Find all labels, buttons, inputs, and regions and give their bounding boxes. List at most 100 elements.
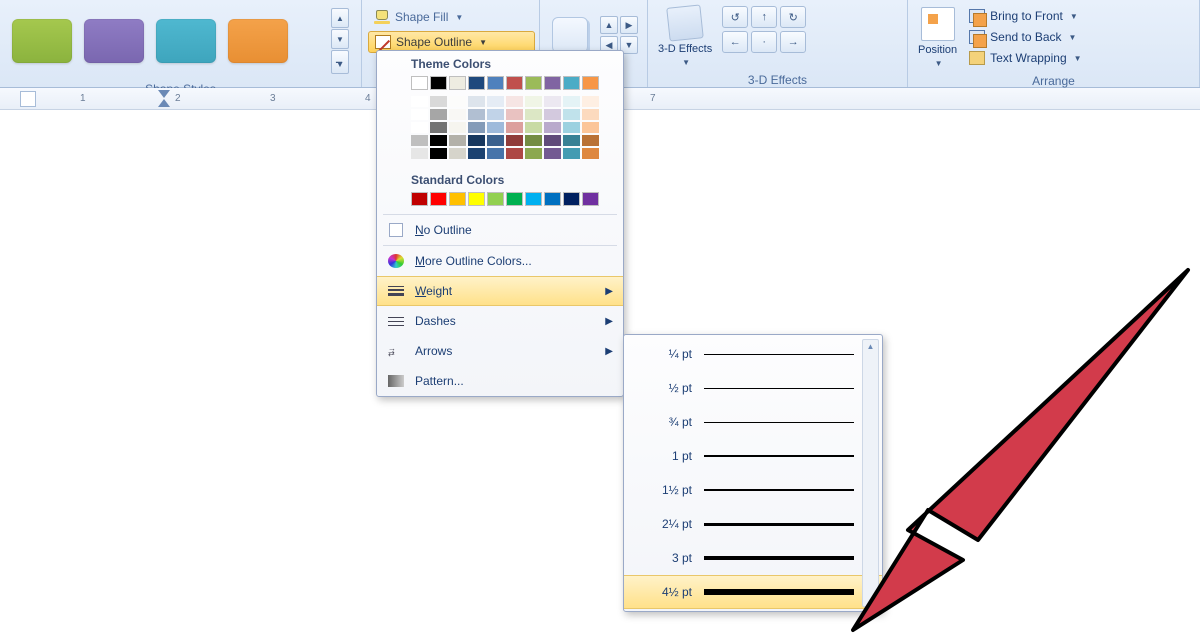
color-swatch[interactable]	[582, 135, 599, 146]
tilt-button[interactable]: →	[780, 31, 806, 53]
color-swatch[interactable]	[506, 76, 523, 90]
tilt-button[interactable]: ↑	[751, 6, 777, 28]
style-thumb-teal[interactable]	[156, 19, 216, 63]
arrows-item[interactable]: →⇄ Arrows ▶	[377, 336, 623, 366]
shape-style-gallery[interactable]: ▲ ▼ ▁▼	[4, 2, 357, 80]
color-swatch[interactable]	[582, 109, 599, 120]
color-swatch[interactable]	[411, 76, 428, 90]
color-swatch[interactable]	[411, 122, 428, 133]
style-thumb-green[interactable]	[12, 19, 72, 63]
color-swatch[interactable]	[487, 135, 504, 146]
color-swatch[interactable]	[525, 122, 542, 133]
color-swatch[interactable]	[506, 148, 523, 159]
color-swatch[interactable]	[449, 135, 466, 146]
color-swatch[interactable]	[449, 109, 466, 120]
color-swatch[interactable]	[487, 192, 504, 206]
color-swatch[interactable]	[468, 76, 485, 90]
color-swatch[interactable]	[487, 96, 504, 107]
color-swatch[interactable]	[544, 96, 561, 107]
color-swatch[interactable]	[449, 148, 466, 159]
color-swatch[interactable]	[544, 148, 561, 159]
color-swatch[interactable]	[525, 109, 542, 120]
color-swatch[interactable]	[430, 135, 447, 146]
weight-item[interactable]: Weight ▶	[377, 276, 623, 306]
color-swatch[interactable]	[544, 135, 561, 146]
color-swatch[interactable]	[544, 122, 561, 133]
color-swatch[interactable]	[506, 96, 523, 107]
color-swatch[interactable]	[411, 148, 428, 159]
send-to-back-button[interactable]: Send to Back▼	[965, 27, 1085, 47]
color-swatch[interactable]	[468, 109, 485, 120]
color-swatch[interactable]	[430, 148, 447, 159]
color-swatch[interactable]	[563, 135, 580, 146]
color-swatch[interactable]	[582, 192, 599, 206]
color-swatch[interactable]	[430, 109, 447, 120]
text-wrapping-button[interactable]: Text Wrapping▼	[965, 48, 1085, 68]
color-swatch[interactable]	[582, 96, 599, 107]
color-swatch[interactable]	[411, 192, 428, 206]
tilt-button[interactable]: ·	[751, 31, 777, 53]
color-swatch[interactable]	[563, 192, 580, 206]
color-swatch[interactable]	[430, 122, 447, 133]
tilt-button[interactable]: ←	[722, 31, 748, 53]
color-swatch[interactable]	[563, 148, 580, 159]
color-swatch[interactable]	[544, 109, 561, 120]
color-swatch[interactable]	[582, 122, 599, 133]
color-swatch[interactable]	[430, 192, 447, 206]
color-swatch[interactable]	[430, 96, 447, 107]
color-swatch[interactable]	[449, 122, 466, 133]
style-thumb-orange[interactable]	[228, 19, 288, 63]
nudge-right-button[interactable]: ▶	[620, 16, 638, 34]
no-outline-item[interactable]: No Outline	[377, 215, 623, 245]
color-swatch[interactable]	[506, 122, 523, 133]
color-swatch[interactable]	[487, 76, 504, 90]
color-swatch[interactable]	[468, 135, 485, 146]
gallery-up-button[interactable]: ▲	[331, 8, 349, 28]
3d-effects-button[interactable]: 3-D Effects ▼	[658, 6, 712, 67]
color-swatch[interactable]	[563, 122, 580, 133]
color-swatch[interactable]	[449, 192, 466, 206]
color-swatch[interactable]	[506, 192, 523, 206]
bring-to-front-button[interactable]: Bring to Front▼	[965, 6, 1085, 26]
color-swatch[interactable]	[525, 76, 542, 90]
tilt-button[interactable]: ↺	[722, 6, 748, 28]
nudge-up-button[interactable]: ▲	[600, 16, 618, 34]
color-swatch[interactable]	[468, 148, 485, 159]
color-swatch[interactable]	[563, 109, 580, 120]
dashes-item[interactable]: Dashes ▶	[377, 306, 623, 336]
color-swatch[interactable]	[411, 135, 428, 146]
color-swatch[interactable]	[430, 76, 447, 90]
color-swatch[interactable]	[525, 96, 542, 107]
color-swatch[interactable]	[525, 192, 542, 206]
color-swatch[interactable]	[506, 109, 523, 120]
style-thumb-purple[interactable]	[84, 19, 144, 63]
color-swatch[interactable]	[544, 192, 561, 206]
color-swatch[interactable]	[468, 122, 485, 133]
color-swatch[interactable]	[449, 76, 466, 90]
gallery-more-button[interactable]: ▁▼	[331, 50, 349, 74]
color-swatch[interactable]	[563, 76, 580, 90]
color-swatch[interactable]	[411, 109, 428, 120]
color-swatch[interactable]	[468, 96, 485, 107]
more-outline-colors-item[interactable]: More Outline Colors...	[377, 246, 623, 276]
color-swatch[interactable]	[411, 96, 428, 107]
color-swatch[interactable]	[544, 76, 561, 90]
color-swatch[interactable]	[449, 96, 466, 107]
color-swatch[interactable]	[525, 148, 542, 159]
position-button[interactable]: Position ▼	[918, 7, 957, 68]
shape-fill-button[interactable]: Shape Fill ▼	[368, 6, 535, 28]
color-swatch[interactable]	[506, 135, 523, 146]
color-swatch[interactable]	[468, 192, 485, 206]
indent-marker-top[interactable]	[158, 90, 170, 98]
color-swatch[interactable]	[582, 76, 599, 90]
tilt-button[interactable]: ↻	[780, 6, 806, 28]
color-swatch[interactable]	[487, 122, 504, 133]
color-swatch[interactable]	[525, 135, 542, 146]
indent-marker-bottom[interactable]	[158, 99, 170, 107]
gallery-down-button[interactable]: ▼	[331, 29, 349, 49]
color-swatch[interactable]	[487, 109, 504, 120]
color-swatch[interactable]	[563, 96, 580, 107]
pattern-item[interactable]: Pattern...	[377, 366, 623, 396]
color-swatch[interactable]	[582, 148, 599, 159]
color-swatch[interactable]	[487, 148, 504, 159]
